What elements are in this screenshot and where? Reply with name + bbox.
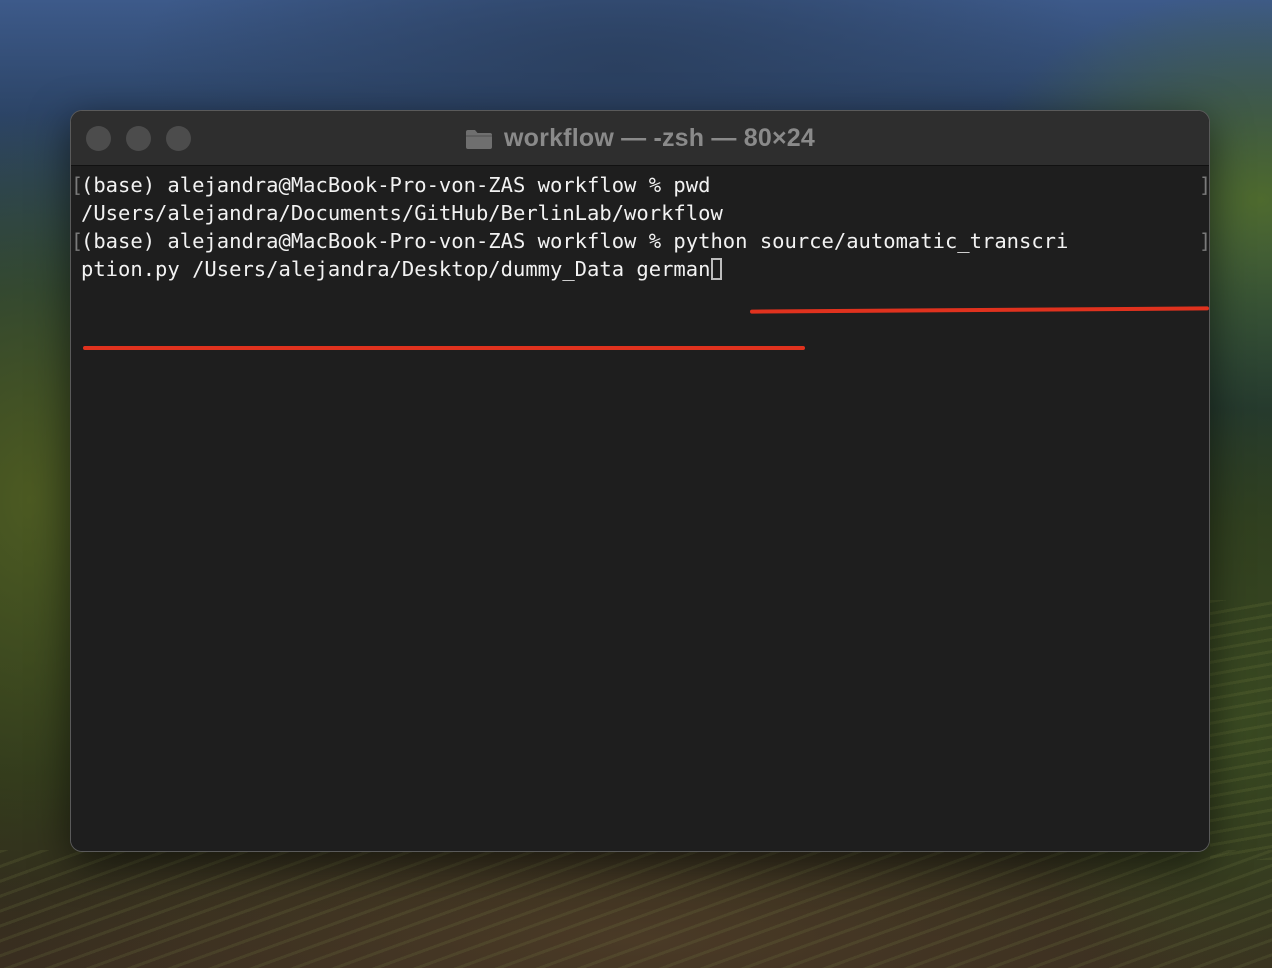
- command-text: python source/automatic_transcri: [673, 229, 1069, 253]
- desktop-vineyard-texture: [0, 850, 1272, 968]
- line-mark-right: ]: [1199, 229, 1210, 253]
- terminal-line-command: (base) alejandra@MacBook-Pro-von-ZAS wor…: [81, 227, 1068, 255]
- line-mark-right: ]: [1199, 173, 1210, 197]
- annotation-underline: [83, 346, 805, 350]
- title-bar[interactable]: workflow — -zsh — 80×24: [71, 111, 1209, 166]
- text-cursor: [711, 258, 723, 280]
- terminal-line-pwd: (base) alejandra@MacBook-Pro-von-ZAS wor…: [81, 173, 711, 197]
- terminal-content[interactable]: [ ] (base) alejandra@MacBook-Pro-von-ZAS…: [71, 166, 1210, 851]
- annotation-underline: [749, 306, 1209, 314]
- terminal-line-command-continued[interactable]: ption.py /Users/alejandra/Desktop/dummy_…: [81, 255, 723, 283]
- terminal-line-output: /Users/alejandra/Documents/GitHub/Berlin…: [81, 201, 723, 225]
- folder-icon: [465, 128, 493, 150]
- desktop-vineyard-texture-right: [1210, 600, 1272, 860]
- command-prompt: (base) alejandra@MacBook-Pro-von-ZAS wor…: [81, 229, 674, 253]
- command-text-continued: ption.py /Users/alejandra/Desktop/dummy_…: [81, 257, 711, 281]
- window-title-group: workflow — -zsh — 80×24: [71, 111, 1209, 166]
- terminal-window[interactable]: workflow — -zsh — 80×24 [ ] (base) aleja…: [70, 110, 1210, 852]
- window-title: workflow — -zsh — 80×24: [504, 124, 815, 152]
